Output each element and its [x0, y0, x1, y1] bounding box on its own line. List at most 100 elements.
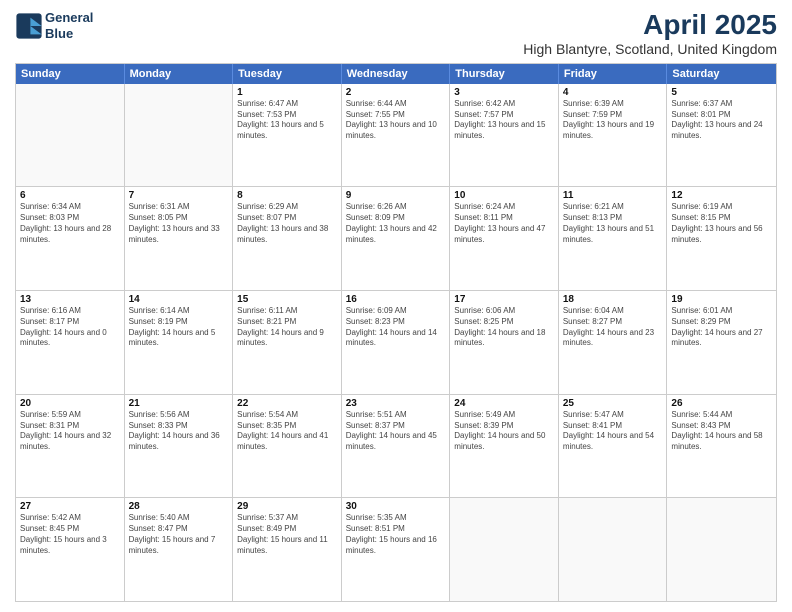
day-info: Sunrise: 6:37 AM Sunset: 8:01 PM Dayligh…: [671, 99, 772, 142]
day-number: 20: [20, 398, 120, 409]
day-number: 13: [20, 294, 120, 305]
day-number: 27: [20, 501, 120, 512]
calendar-cell: 24Sunrise: 5:49 AM Sunset: 8:39 PM Dayli…: [450, 395, 559, 498]
calendar-header: SundayMondayTuesdayWednesdayThursdayFrid…: [16, 64, 776, 84]
day-number: 5: [671, 87, 772, 98]
calendar-cell: 13Sunrise: 6:16 AM Sunset: 8:17 PM Dayli…: [16, 291, 125, 394]
day-number: 8: [237, 190, 337, 201]
day-number: 1: [237, 87, 337, 98]
calendar-cell: 9Sunrise: 6:26 AM Sunset: 8:09 PM Daylig…: [342, 187, 451, 290]
logo-text: General Blue: [45, 10, 93, 41]
day-number: 2: [346, 87, 446, 98]
calendar-cell: 10Sunrise: 6:24 AM Sunset: 8:11 PM Dayli…: [450, 187, 559, 290]
calendar-cell: 30Sunrise: 5:35 AM Sunset: 8:51 PM Dayli…: [342, 498, 451, 601]
day-info: Sunrise: 5:35 AM Sunset: 8:51 PM Dayligh…: [346, 513, 446, 556]
calendar-cell: 25Sunrise: 5:47 AM Sunset: 8:41 PM Dayli…: [559, 395, 668, 498]
calendar-cell: [450, 498, 559, 601]
calendar-row: 1Sunrise: 6:47 AM Sunset: 7:53 PM Daylig…: [16, 84, 776, 187]
day-number: 19: [671, 294, 772, 305]
day-number: 28: [129, 501, 229, 512]
day-info: Sunrise: 5:54 AM Sunset: 8:35 PM Dayligh…: [237, 410, 337, 453]
day-info: Sunrise: 5:47 AM Sunset: 8:41 PM Dayligh…: [563, 410, 663, 453]
calendar-cell: [559, 498, 668, 601]
calendar-cell: 5Sunrise: 6:37 AM Sunset: 8:01 PM Daylig…: [667, 84, 776, 187]
day-info: Sunrise: 6:47 AM Sunset: 7:53 PM Dayligh…: [237, 99, 337, 142]
day-number: 16: [346, 294, 446, 305]
calendar-header-cell: Sunday: [16, 64, 125, 84]
calendar-header-cell: Saturday: [667, 64, 776, 84]
day-info: Sunrise: 6:42 AM Sunset: 7:57 PM Dayligh…: [454, 99, 554, 142]
calendar-cell: 19Sunrise: 6:01 AM Sunset: 8:29 PM Dayli…: [667, 291, 776, 394]
calendar-row: 13Sunrise: 6:16 AM Sunset: 8:17 PM Dayli…: [16, 290, 776, 394]
header: General Blue April 2025 High Blantyre, S…: [15, 10, 777, 57]
day-info: Sunrise: 5:56 AM Sunset: 8:33 PM Dayligh…: [129, 410, 229, 453]
calendar-cell: 29Sunrise: 5:37 AM Sunset: 8:49 PM Dayli…: [233, 498, 342, 601]
day-info: Sunrise: 6:44 AM Sunset: 7:55 PM Dayligh…: [346, 99, 446, 142]
calendar-cell: [16, 84, 125, 187]
title-block: April 2025 High Blantyre, Scotland, Unit…: [523, 10, 777, 57]
calendar-cell: 28Sunrise: 5:40 AM Sunset: 8:47 PM Dayli…: [125, 498, 234, 601]
calendar-body: 1Sunrise: 6:47 AM Sunset: 7:53 PM Daylig…: [16, 84, 776, 601]
subtitle: High Blantyre, Scotland, United Kingdom: [523, 41, 777, 57]
day-number: 25: [563, 398, 663, 409]
day-number: 6: [20, 190, 120, 201]
day-info: Sunrise: 5:44 AM Sunset: 8:43 PM Dayligh…: [671, 410, 772, 453]
calendar-cell: 4Sunrise: 6:39 AM Sunset: 7:59 PM Daylig…: [559, 84, 668, 187]
day-info: Sunrise: 6:31 AM Sunset: 8:05 PM Dayligh…: [129, 202, 229, 245]
day-info: Sunrise: 5:42 AM Sunset: 8:45 PM Dayligh…: [20, 513, 120, 556]
day-number: 17: [454, 294, 554, 305]
calendar-header-cell: Thursday: [450, 64, 559, 84]
day-number: 10: [454, 190, 554, 201]
calendar-header-cell: Monday: [125, 64, 234, 84]
calendar: SundayMondayTuesdayWednesdayThursdayFrid…: [15, 63, 777, 602]
day-info: Sunrise: 6:39 AM Sunset: 7:59 PM Dayligh…: [563, 99, 663, 142]
day-info: Sunrise: 5:37 AM Sunset: 8:49 PM Dayligh…: [237, 513, 337, 556]
day-number: 30: [346, 501, 446, 512]
calendar-cell: 1Sunrise: 6:47 AM Sunset: 7:53 PM Daylig…: [233, 84, 342, 187]
day-number: 14: [129, 294, 229, 305]
calendar-cell: 11Sunrise: 6:21 AM Sunset: 8:13 PM Dayli…: [559, 187, 668, 290]
calendar-cell: 7Sunrise: 6:31 AM Sunset: 8:05 PM Daylig…: [125, 187, 234, 290]
day-number: 24: [454, 398, 554, 409]
calendar-cell: 22Sunrise: 5:54 AM Sunset: 8:35 PM Dayli…: [233, 395, 342, 498]
main-title: April 2025: [523, 10, 777, 41]
day-info: Sunrise: 6:11 AM Sunset: 8:21 PM Dayligh…: [237, 306, 337, 349]
calendar-cell: [667, 498, 776, 601]
day-info: Sunrise: 6:01 AM Sunset: 8:29 PM Dayligh…: [671, 306, 772, 349]
calendar-cell: 18Sunrise: 6:04 AM Sunset: 8:27 PM Dayli…: [559, 291, 668, 394]
day-info: Sunrise: 6:06 AM Sunset: 8:25 PM Dayligh…: [454, 306, 554, 349]
calendar-header-cell: Tuesday: [233, 64, 342, 84]
logo-icon: [15, 12, 43, 40]
calendar-cell: 20Sunrise: 5:59 AM Sunset: 8:31 PM Dayli…: [16, 395, 125, 498]
day-info: Sunrise: 6:21 AM Sunset: 8:13 PM Dayligh…: [563, 202, 663, 245]
calendar-cell: 15Sunrise: 6:11 AM Sunset: 8:21 PM Dayli…: [233, 291, 342, 394]
day-number: 23: [346, 398, 446, 409]
day-number: 21: [129, 398, 229, 409]
day-info: Sunrise: 6:04 AM Sunset: 8:27 PM Dayligh…: [563, 306, 663, 349]
day-number: 9: [346, 190, 446, 201]
calendar-cell: 8Sunrise: 6:29 AM Sunset: 8:07 PM Daylig…: [233, 187, 342, 290]
day-info: Sunrise: 6:14 AM Sunset: 8:19 PM Dayligh…: [129, 306, 229, 349]
day-info: Sunrise: 6:29 AM Sunset: 8:07 PM Dayligh…: [237, 202, 337, 245]
calendar-cell: 6Sunrise: 6:34 AM Sunset: 8:03 PM Daylig…: [16, 187, 125, 290]
calendar-cell: 23Sunrise: 5:51 AM Sunset: 8:37 PM Dayli…: [342, 395, 451, 498]
day-number: 15: [237, 294, 337, 305]
logo: General Blue: [15, 10, 93, 41]
calendar-cell: 27Sunrise: 5:42 AM Sunset: 8:45 PM Dayli…: [16, 498, 125, 601]
calendar-cell: 21Sunrise: 5:56 AM Sunset: 8:33 PM Dayli…: [125, 395, 234, 498]
calendar-cell: 2Sunrise: 6:44 AM Sunset: 7:55 PM Daylig…: [342, 84, 451, 187]
day-info: Sunrise: 5:51 AM Sunset: 8:37 PM Dayligh…: [346, 410, 446, 453]
day-number: 11: [563, 190, 663, 201]
day-number: 3: [454, 87, 554, 98]
day-info: Sunrise: 5:40 AM Sunset: 8:47 PM Dayligh…: [129, 513, 229, 556]
day-number: 12: [671, 190, 772, 201]
day-info: Sunrise: 6:19 AM Sunset: 8:15 PM Dayligh…: [671, 202, 772, 245]
day-number: 29: [237, 501, 337, 512]
day-info: Sunrise: 6:26 AM Sunset: 8:09 PM Dayligh…: [346, 202, 446, 245]
day-info: Sunrise: 5:59 AM Sunset: 8:31 PM Dayligh…: [20, 410, 120, 453]
calendar-cell: [125, 84, 234, 187]
calendar-row: 20Sunrise: 5:59 AM Sunset: 8:31 PM Dayli…: [16, 394, 776, 498]
day-info: Sunrise: 6:09 AM Sunset: 8:23 PM Dayligh…: [346, 306, 446, 349]
calendar-row: 6Sunrise: 6:34 AM Sunset: 8:03 PM Daylig…: [16, 186, 776, 290]
calendar-cell: 14Sunrise: 6:14 AM Sunset: 8:19 PM Dayli…: [125, 291, 234, 394]
